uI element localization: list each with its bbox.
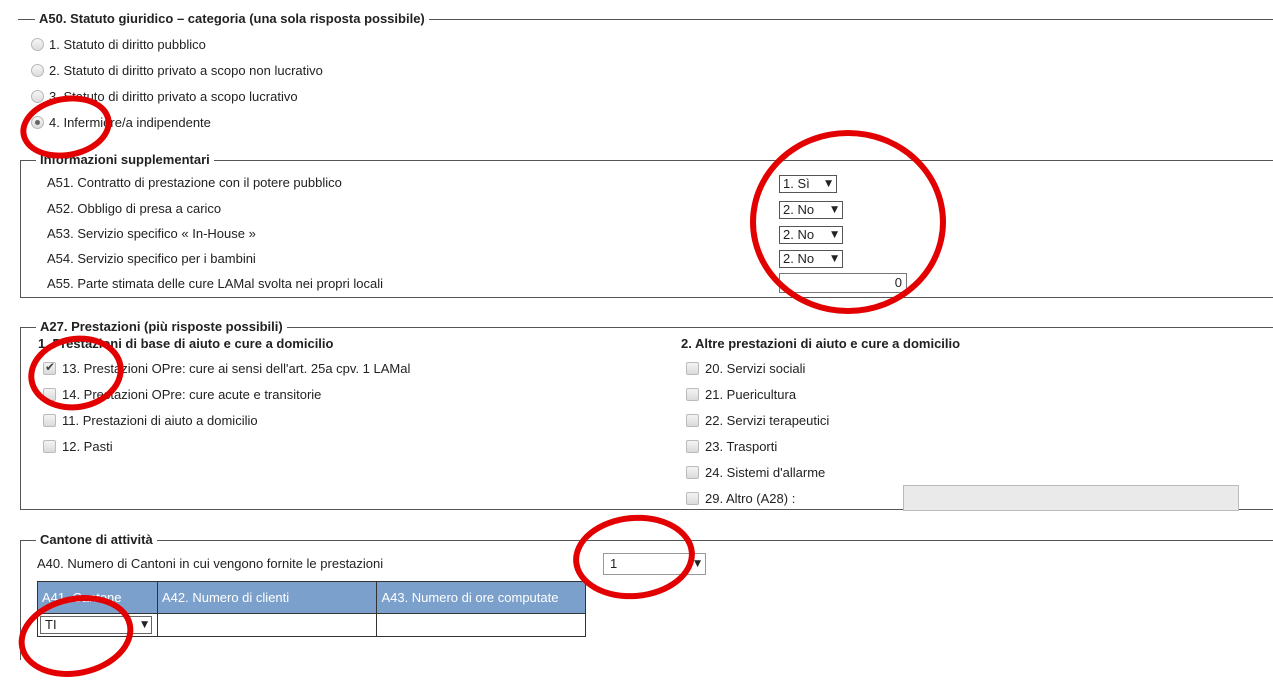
chevron-down-icon: ▼ — [831, 230, 838, 240]
cantone-table: A41. Cantone A42. Numero di clienti A43.… — [37, 581, 586, 637]
a40-label: A40. Numero di Cantoni in cui vengono fo… — [37, 556, 384, 571]
radio-a50-4[interactable] — [31, 116, 44, 129]
a53-label: A53. Servizio specifico « In-House » — [47, 226, 256, 241]
checkbox-12-label: 12. Pasti — [62, 439, 113, 454]
checkbox-20-label: 20. Servizi sociali — [705, 361, 806, 376]
table-row: TI ▼ — [37, 613, 586, 637]
checkbox-11[interactable] — [43, 414, 56, 427]
header-clienti: A42. Numero di clienti — [156, 581, 378, 614]
chevron-down-icon: ▼ — [825, 179, 832, 189]
other-text-input[interactable] — [903, 485, 1239, 511]
chevron-down-icon: ▼ — [831, 254, 838, 264]
radio-a50-2[interactable] — [31, 64, 44, 77]
checkbox-11-label: 11. Prestazioni di aiuto a domicilio — [62, 413, 258, 428]
radio-a50-1[interactable] — [31, 38, 44, 51]
checkbox-29-label: 29. Altro (A28) : — [705, 491, 796, 506]
a51-label: A51. Contratto di prestazione con il pot… — [47, 175, 342, 190]
checkbox-24[interactable] — [686, 466, 699, 479]
checkbox-23[interactable] — [686, 440, 699, 453]
info-legend: Informazioni supplementari — [36, 152, 214, 168]
radio-a50-1-label: 1. Statuto di diritto pubblico — [49, 37, 206, 52]
a55-label: A55. Parte stimata delle cure LAMal svol… — [47, 276, 383, 291]
checkbox-13[interactable] — [43, 360, 56, 375]
header-ore: A43. Numero di ore computate — [376, 581, 586, 614]
cell-ore[interactable] — [376, 613, 586, 637]
radio-a50-2-label: 2. Statuto di diritto privato a scopo no… — [49, 63, 323, 78]
checkbox-14[interactable] — [43, 388, 56, 401]
a51-value: 1. Sì — [783, 176, 810, 191]
cantone-select[interactable]: TI ▼ — [40, 616, 152, 634]
a52-value: 2. No — [783, 202, 815, 217]
checkbox-29[interactable] — [686, 492, 699, 505]
checkbox-21-label: 21. Puericultura — [705, 387, 797, 402]
checkbox-13-label: 13. Prestazioni OPre: cure ai sensi dell… — [62, 361, 411, 376]
checkbox-21[interactable] — [686, 388, 699, 401]
a52-label: A52. Obbligo di presa a carico — [47, 201, 222, 216]
cell-clienti[interactable] — [156, 613, 378, 637]
a40-select[interactable]: 1 ▼ — [603, 553, 706, 575]
radio-a50-4-label: 4. Infermiere/a indipendente — [49, 115, 211, 130]
checkbox-14-label: 14. Prestazioni OPre: cure acute e trans… — [62, 387, 322, 402]
a53-value: 2. No — [783, 227, 815, 242]
a55-input[interactable]: 0 — [779, 273, 907, 293]
radio-a50-3[interactable] — [31, 90, 44, 103]
a27-col1-title: 1. Prestazioni di base di aiuto e cure a… — [38, 336, 334, 351]
a53-select[interactable]: 2. No ▼ — [779, 226, 843, 244]
a51-select[interactable]: 1. Sì ▼ — [779, 175, 837, 193]
checkbox-24-label: 24. Sistemi d'allarme — [705, 465, 826, 480]
checkbox-22[interactable] — [686, 414, 699, 427]
a27-legend: A27. Prestazioni (più risposte possibili… — [36, 319, 287, 335]
a27-col2-title: 2. Altre prestazioni di aiuto e cure a d… — [681, 336, 961, 351]
a50-fieldset: A50. Statuto giuridico – categoria (una … — [20, 11, 1273, 27]
cell-cantone: TI ▼ — [37, 613, 158, 637]
chevron-down-icon: ▼ — [694, 559, 701, 569]
a54-value: 2. No — [783, 251, 815, 266]
cantone-legend: Cantone di attività — [36, 532, 157, 548]
a52-select[interactable]: 2. No ▼ — [779, 201, 843, 219]
cantone-value: TI — [45, 617, 57, 632]
header-cantone: A41. Cantone — [37, 581, 158, 614]
checkbox-20[interactable] — [686, 362, 699, 375]
chevron-down-icon: ▼ — [831, 205, 838, 215]
checkbox-12[interactable] — [43, 440, 56, 453]
table-header-row: A41. Cantone A42. Numero di clienti A43.… — [37, 581, 586, 614]
a54-select[interactable]: 2. No ▼ — [779, 250, 843, 268]
checkbox-22-label: 22. Servizi terapeutici — [705, 413, 830, 428]
radio-a50-3-label: 3. Statuto di diritto privato a scopo lu… — [49, 89, 298, 104]
checkbox-23-label: 23. Trasporti — [705, 439, 778, 454]
a40-value: 1 — [610, 556, 618, 571]
a54-label: A54. Servizio specifico per i bambini — [47, 251, 256, 266]
a50-legend: A50. Statuto giuridico – categoria (una … — [35, 11, 429, 27]
chevron-down-icon: ▼ — [141, 620, 148, 630]
